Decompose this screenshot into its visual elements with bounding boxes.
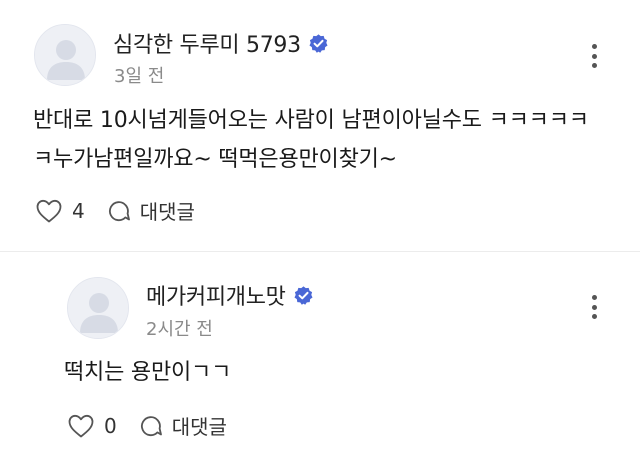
author-name[interactable]: 심각한 두루미 5793	[113, 27, 301, 59]
comment-text: 떡치는 용만이ㄱㄱ	[64, 360, 232, 385]
heart-outline-icon	[68, 414, 94, 437]
heart-outline-icon	[36, 199, 62, 222]
like-count: 0	[104, 413, 117, 438]
author-row: 심각한 두루미 5793	[113, 27, 329, 59]
like-button[interactable]: 0	[67, 413, 117, 439]
verified-badge-icon	[294, 285, 313, 305]
comment-time: 2시간 전	[146, 319, 213, 340]
person-silhouette-icon	[68, 278, 128, 338]
author-row: 메가커피개노맛	[146, 279, 314, 311]
avatar[interactable]	[67, 277, 129, 339]
comment-actions: 0 대댓글	[67, 411, 227, 440]
comment-time: 3일 전	[114, 66, 165, 87]
like-count: 4	[72, 198, 85, 223]
speech-bubble-icon	[108, 200, 130, 221]
reply-label: 대댓글	[139, 200, 195, 224]
reply-label: 대댓글	[171, 415, 227, 439]
person-silhouette-icon	[35, 25, 95, 85]
avatar[interactable]	[34, 24, 96, 86]
reply-item: 메가커피개노맛 2시간 전 떡치는 용만이ㄱㄱ 0 대댓글	[0, 252, 640, 474]
comment-text: 반대로 10시넘게들어오는 사람이 남편이아닐수도 ㅋㅋㅋㅋㅋㅋ누가남편일까요~…	[33, 108, 589, 172]
author-name[interactable]: 메가커피개노맛	[146, 279, 286, 311]
speech-bubble-icon	[140, 415, 162, 436]
more-vertical-icon[interactable]	[588, 292, 600, 322]
verified-badge-icon	[309, 33, 328, 53]
more-vertical-icon[interactable]	[588, 41, 600, 71]
reply-button[interactable]: 대댓글	[107, 196, 195, 225]
comment-item: 심각한 두루미 5793 3일 전 반대로 10시넘게들어오는 사람이 남편이아…	[0, 0, 640, 250]
comment-actions: 4 대댓글	[35, 196, 195, 225]
like-button[interactable]: 4	[35, 198, 85, 224]
reply-button[interactable]: 대댓글	[139, 411, 227, 440]
